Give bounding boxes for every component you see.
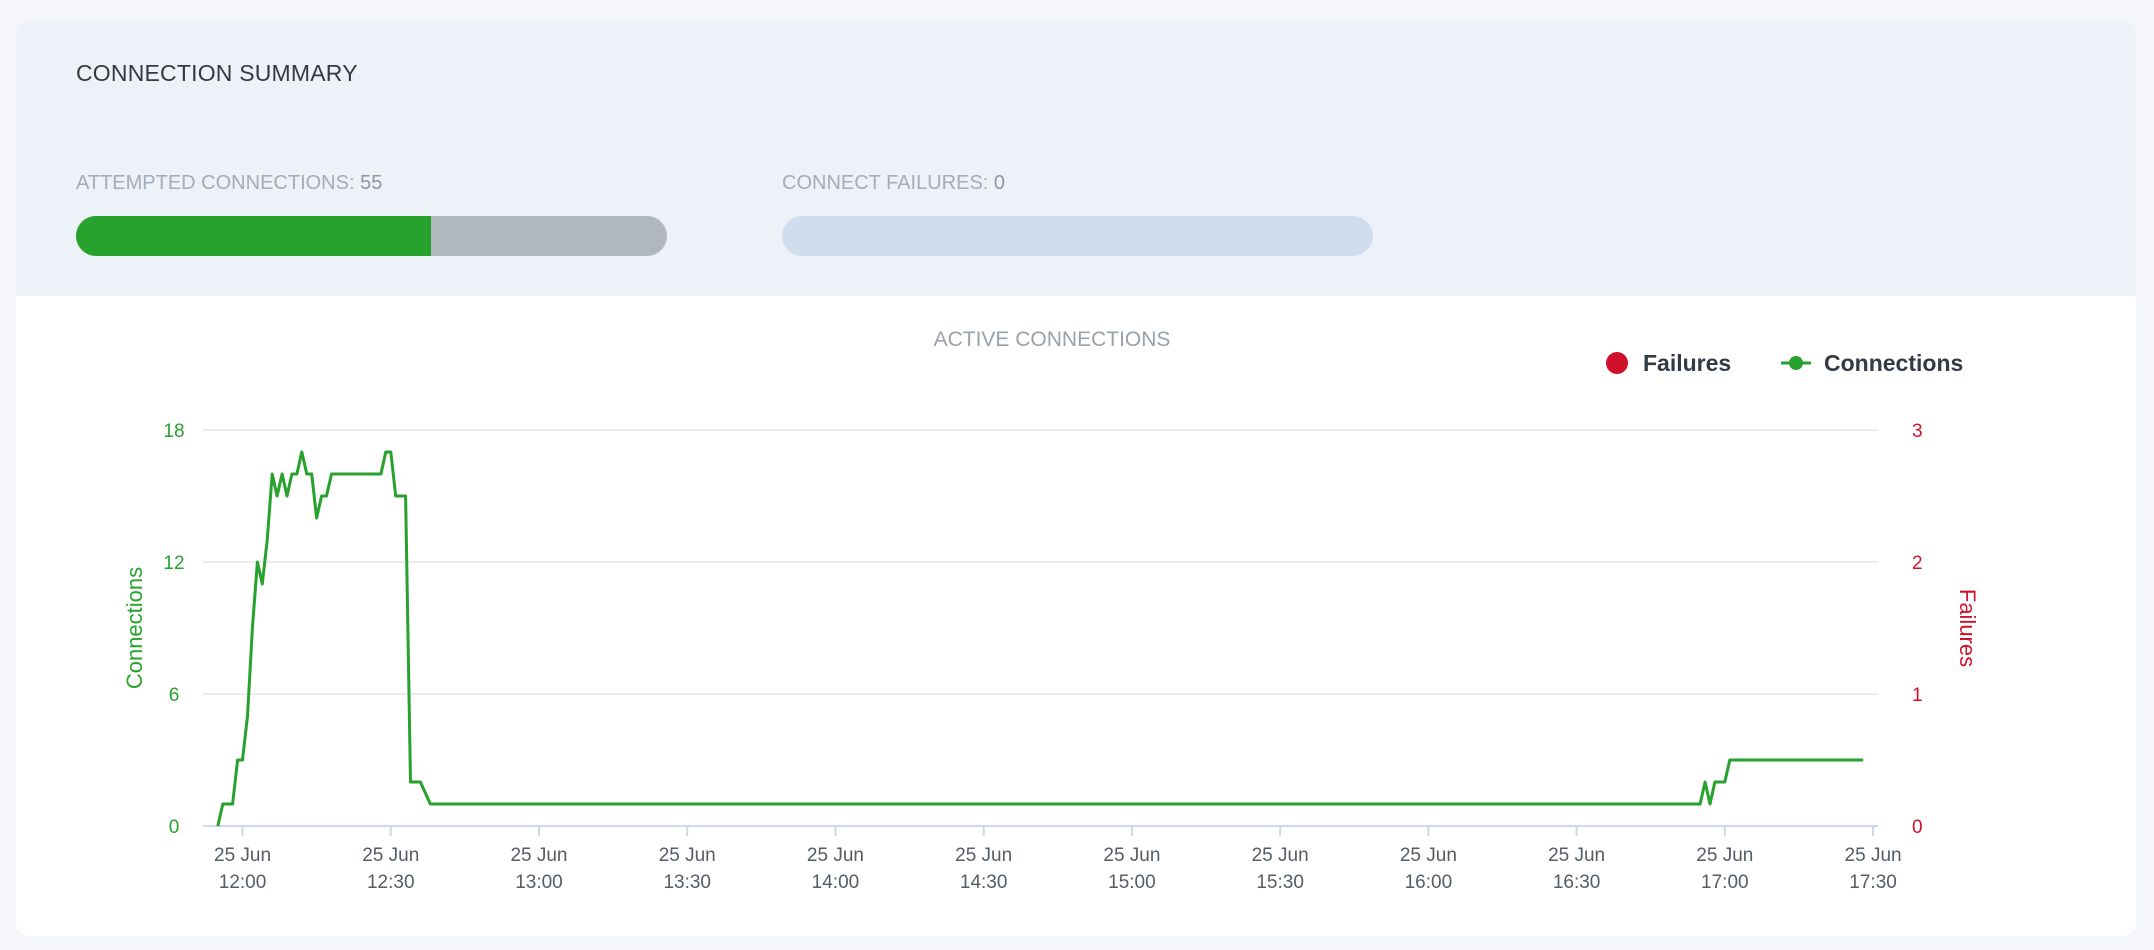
y-left-axis-title: Connections [122,567,147,689]
x-tick-label-time: 13:30 [663,872,711,893]
y-right-axis-title: Failures [1955,589,1980,667]
y-left-tick-label: 0 [169,817,180,838]
x-tick-label-date: 25 Jun [1696,845,1753,866]
y-right-tick-label: 2 [1912,553,1923,574]
legend-failures-marker [1606,352,1628,374]
attempted-connections-bar-fill [76,216,431,256]
x-tick-label-date: 25 Jun [362,845,419,866]
x-tick-label-date: 25 Jun [1548,845,1605,866]
x-tick-label-time: 17:00 [1701,872,1749,893]
attempted-connections-value: 55 [360,172,383,194]
y-right-tick-label: 0 [1912,817,1923,838]
y-right-tick-label: 1 [1912,685,1923,706]
x-tick-label-date: 25 Jun [1103,845,1160,866]
connect-failures-value: 0 [993,172,1006,194]
connections-series-line [216,450,1864,827]
x-tick-label-time: 16:30 [1553,872,1601,893]
y-right-tick-label: 3 [1912,421,1923,442]
x-tick-label-date: 25 Jun [1845,845,1902,866]
attempted-connections-bar [76,216,667,256]
x-tick-label-date: 25 Jun [1252,845,1309,866]
legend-connections-label: Connections [1824,350,1963,376]
legend-failures-label: Failures [1643,350,1731,376]
x-tick-label-time: 13:00 [515,872,563,893]
x-tick-label-time: 14:30 [960,872,1008,893]
x-tick-label-time: 16:00 [1405,872,1453,893]
connect-failures-metric: CONNECT FAILURES: 0 [782,172,1005,195]
x-tick-label-date: 25 Jun [955,845,1012,866]
attempted-connections-metric: ATTEMPTED CONNECTIONS: 55 [76,172,382,195]
legend-connections-marker [1789,356,1803,370]
x-tick-label-time: 17:30 [1849,872,1897,893]
connect-failures-bar [782,216,1373,256]
card-title: CONNECTION SUMMARY [76,60,358,86]
y-left-tick-label: 6 [169,685,180,706]
summary-panel: CONNECTION SUMMARY ATTEMPTED CONNECTIONS… [16,20,2136,296]
x-tick-label-time: 15:00 [1108,872,1156,893]
chart-title: ACTIVE CONNECTIONS [934,328,1171,351]
x-tick-label-date: 25 Jun [214,845,271,866]
x-tick-label-date: 25 Jun [659,845,716,866]
y-left-tick-label: 18 [163,421,184,442]
x-tick-label-time: 12:00 [219,872,267,893]
x-tick-label-time: 15:30 [1256,872,1304,893]
attempted-connections-label: ATTEMPTED CONNECTIONS: [76,172,361,194]
x-tick-label-time: 12:30 [367,872,415,893]
x-tick-label-date: 25 Jun [807,845,864,866]
active-connections-chart: ACTIVE CONNECTIONS0612180123Connections F… [122,328,1980,893]
connection-summary-card: CONNECTION SUMMARY ATTEMPTED CONNECTIONS… [16,20,2136,936]
x-tick-label-date: 25 Jun [1400,845,1457,866]
x-tick-label-time: 14:00 [812,872,860,893]
y-left-tick-label: 12 [163,553,184,574]
x-tick-label-date: 25 Jun [510,845,567,866]
connect-failures-label: CONNECT FAILURES: [782,172,994,194]
